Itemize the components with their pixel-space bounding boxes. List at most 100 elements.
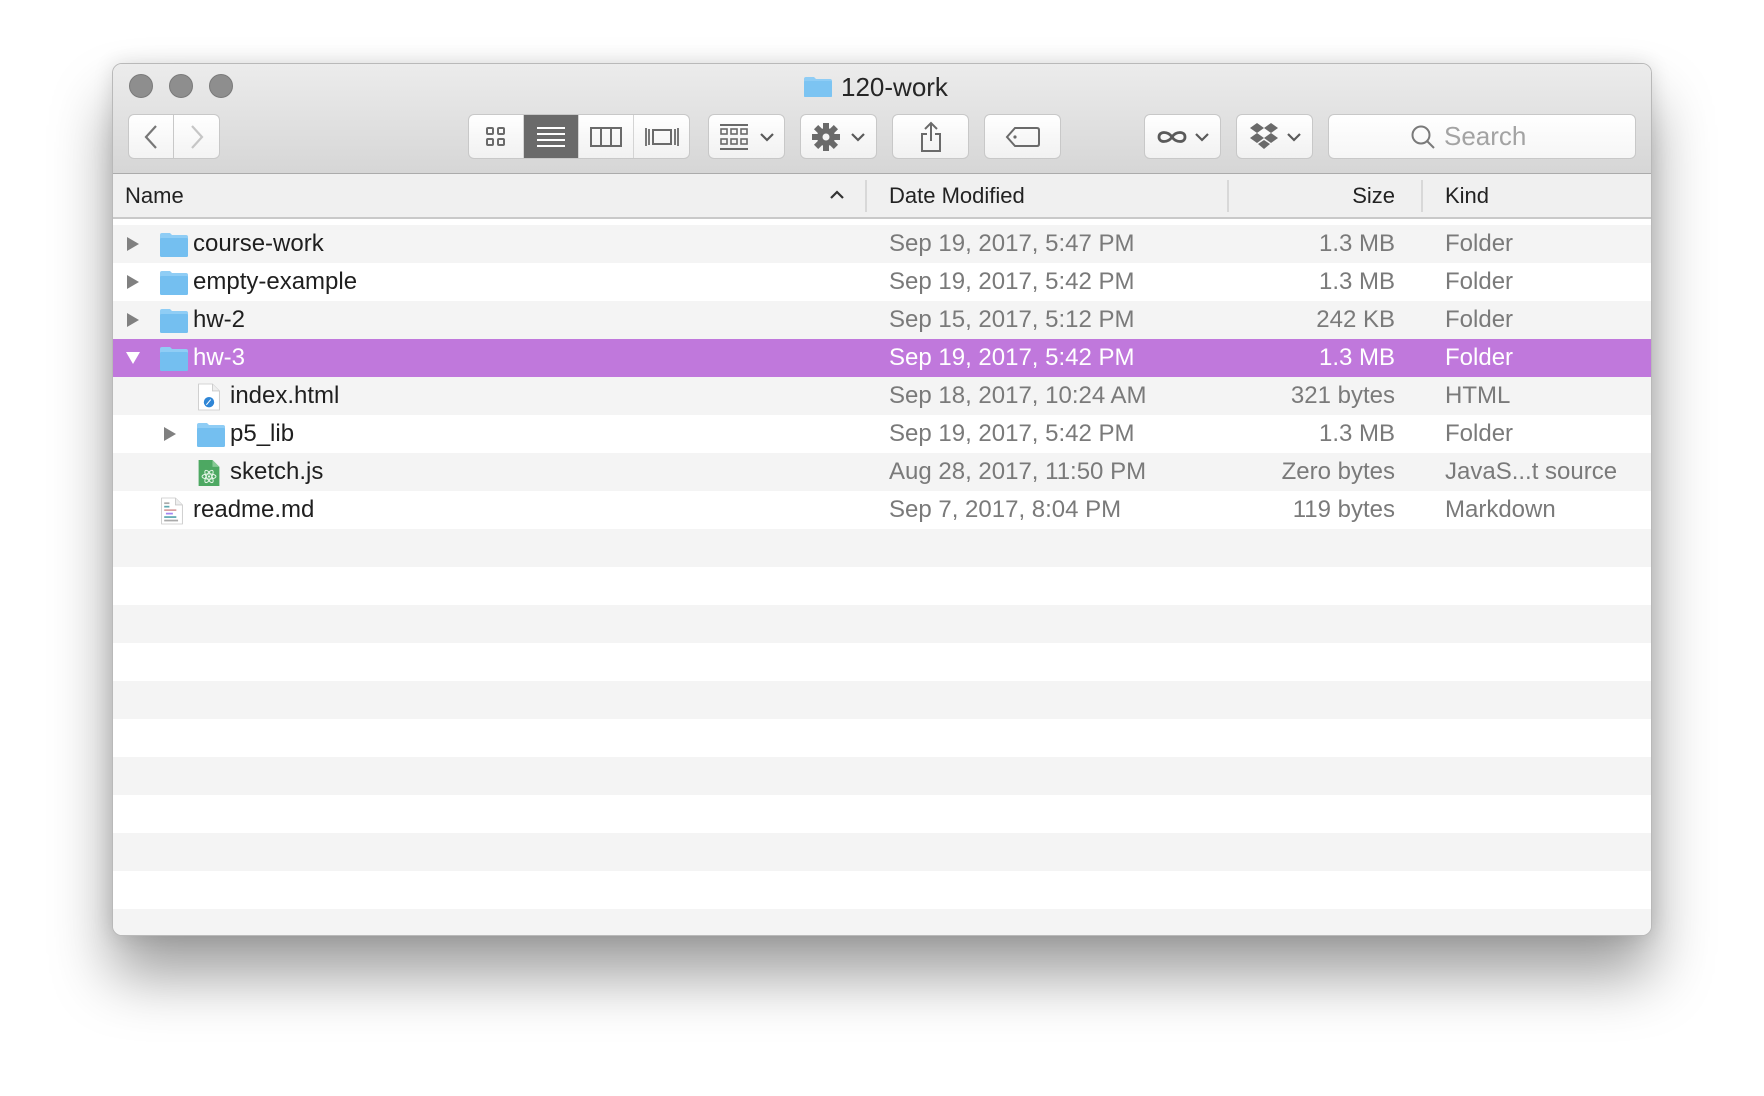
tags-button[interactable] <box>984 114 1061 159</box>
search-input[interactable] <box>1444 121 1554 152</box>
file-row[interactable]: sketch.js Aug 28, 2017, 11:50 PM Zero byte… <box>113 453 1651 491</box>
columns-icon <box>590 126 622 147</box>
file-name: readme.md <box>193 496 315 523</box>
gear-icon <box>811 122 840 151</box>
file-list: course-work Sep 19, 2017, 5:47 PM 1.3 MB Fo… <box>113 225 1651 935</box>
file-size: 119 bytes <box>1292 496 1395 523</box>
list-view-button[interactable] <box>524 115 579 158</box>
column-header-row: Name Date Modified Size Kind <box>113 174 1651 219</box>
search-icon <box>1411 125 1435 149</box>
icon-view-button[interactable] <box>469 115 524 158</box>
file-size: 1.3 MB <box>1318 420 1395 447</box>
folder-icon <box>159 268 189 296</box>
file-row[interactable]: hw-3 Sep 19, 2017, 5:42 PM 1.3 MB Folder <box>113 339 1651 377</box>
chevron-left-icon <box>144 124 157 149</box>
chevron-down-icon <box>1194 132 1209 142</box>
extension-button[interactable] <box>1144 114 1221 159</box>
folder-icon <box>159 230 189 258</box>
file-name: hw-2 <box>193 306 246 333</box>
file-size: 1.3 MB <box>1318 344 1395 371</box>
action-button[interactable] <box>800 114 877 159</box>
file-date-modified: Sep 19, 2017, 5:42 PM <box>889 268 1135 295</box>
empty-row <box>113 567 1651 605</box>
sort-ascending-icon[interactable] <box>829 190 845 200</box>
disclosure-collapsed-icon[interactable] <box>123 225 143 263</box>
empty-row <box>113 681 1651 719</box>
empty-row <box>113 605 1651 643</box>
file-row[interactable]: empty-example Sep 19, 2017, 5:42 PM 1.3 MB… <box>113 263 1651 301</box>
dropbox-icon <box>1249 122 1278 149</box>
markdown-file-icon <box>159 496 189 525</box>
view-mode-segmented-control <box>468 114 690 159</box>
column-divider[interactable] <box>865 180 867 212</box>
titlebar: 120-work <box>113 64 1651 174</box>
empty-row <box>113 909 1651 935</box>
disclosure-collapsed-icon[interactable] <box>123 263 143 301</box>
share-button[interactable] <box>892 114 969 159</box>
column-header-kind-label: Kind <box>1445 182 1490 208</box>
empty-row <box>113 757 1651 795</box>
file-date-modified: Sep 19, 2017, 5:42 PM <box>889 420 1135 447</box>
file-name: empty-example <box>193 268 358 295</box>
file-kind: Folder <box>1445 420 1514 447</box>
empty-row <box>113 529 1651 567</box>
file-size: Zero bytes <box>1281 458 1395 485</box>
folder-icon <box>196 420 226 448</box>
cover-flow-icon <box>644 127 679 146</box>
arrange-button[interactable] <box>708 114 785 159</box>
window-title-text: 120-work <box>841 71 948 102</box>
file-name: hw-3 <box>193 344 246 371</box>
file-row[interactable]: course-work Sep 19, 2017, 5:47 PM 1.3 MB Fo… <box>113 225 1651 263</box>
empty-row <box>113 643 1651 681</box>
zoom-button[interactable] <box>209 74 233 98</box>
disclosure-expanded-icon[interactable] <box>123 339 143 377</box>
file-date-modified: Sep 15, 2017, 5:12 PM <box>889 306 1135 333</box>
file-size: 1.3 MB <box>1318 268 1395 295</box>
infinity-icon <box>1157 130 1186 143</box>
column-header-date-label: Date Modified <box>889 182 1025 208</box>
column-header-name[interactable]: Name <box>125 174 765 217</box>
empty-row <box>113 795 1651 833</box>
file-size: 321 bytes <box>1290 382 1395 409</box>
file-row[interactable]: p5_lib Sep 19, 2017, 5:42 PM 1.3 MB Folder <box>113 415 1651 453</box>
disclosure-collapsed-icon[interactable] <box>160 415 180 453</box>
column-view-button[interactable] <box>579 115 634 158</box>
chevron-down-icon <box>1286 132 1301 142</box>
file-date-modified: Sep 7, 2017, 8:04 PM <box>889 496 1122 523</box>
file-kind: Folder <box>1445 306 1514 333</box>
column-divider[interactable] <box>1421 180 1423 212</box>
column-header-date-modified[interactable]: Date Modified <box>889 174 1025 217</box>
column-header-size[interactable]: Size <box>1233 174 1395 217</box>
file-row[interactable]: index.html Sep 18, 2017, 10:24 AM 321 byte… <box>113 377 1651 415</box>
forward-button[interactable] <box>174 114 220 159</box>
minimize-button[interactable] <box>169 74 193 98</box>
chevron-right-icon <box>190 124 203 149</box>
back-button[interactable] <box>128 114 174 159</box>
search-field[interactable] <box>1328 114 1636 159</box>
folder-icon <box>159 306 189 334</box>
file-kind: HTML <box>1445 382 1511 409</box>
dropbox-button[interactable] <box>1236 114 1313 159</box>
file-row[interactable]: readme.md Sep 7, 2017, 8:04 PM 119 bytes Ma… <box>113 491 1651 529</box>
file-date-modified: Aug 28, 2017, 11:50 PM <box>889 458 1147 485</box>
file-kind: JavaS...t source <box>1445 458 1618 485</box>
file-row[interactable]: hw-2 Sep 15, 2017, 5:12 PM 242 KB Folder <box>113 301 1651 339</box>
column-divider[interactable] <box>1227 180 1229 212</box>
list-icon <box>537 126 565 147</box>
file-date-modified: Sep 18, 2017, 10:24 AM <box>889 382 1147 409</box>
file-kind: Markdown <box>1445 496 1556 523</box>
file-kind: Folder <box>1445 344 1514 371</box>
column-header-name-label: Name <box>125 182 184 208</box>
column-header-kind[interactable]: Kind <box>1445 174 1489 217</box>
file-kind: Folder <box>1445 230 1514 257</box>
folder-icon <box>159 344 189 372</box>
disclosure-collapsed-icon[interactable] <box>123 301 143 339</box>
close-button[interactable] <box>129 74 153 98</box>
file-name: p5_lib <box>230 420 295 447</box>
empty-row <box>113 719 1651 757</box>
file-name: sketch.js <box>230 458 324 485</box>
folder-icon <box>804 77 832 97</box>
file-name: index.html <box>230 382 340 409</box>
finder-window: 120-work Search Name Date Modified Size … <box>112 63 1652 936</box>
cover-flow-view-button[interactable] <box>634 115 689 158</box>
